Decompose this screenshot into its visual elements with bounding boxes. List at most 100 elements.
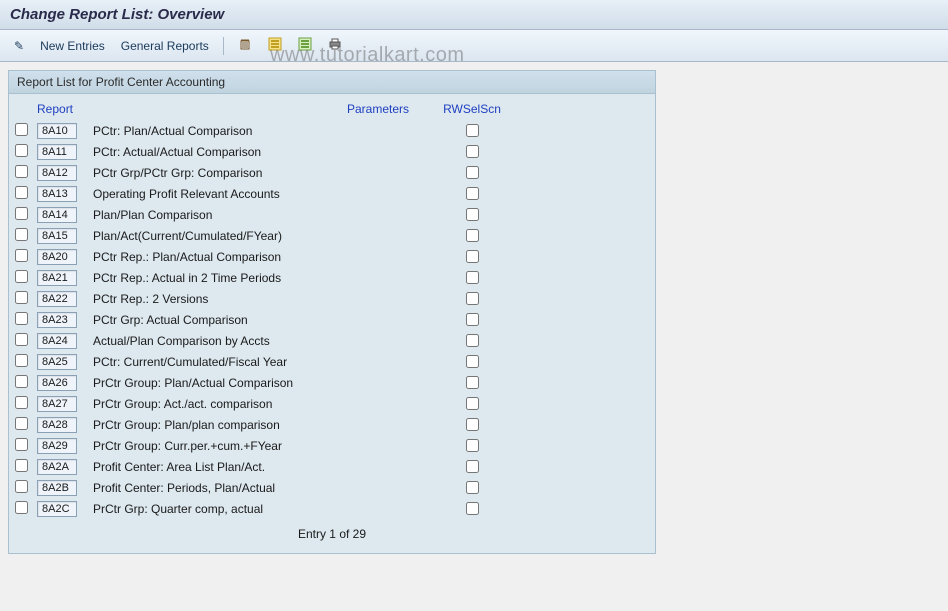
table-row: 8A23 PCtr Grp: Actual Comparison	[15, 309, 649, 330]
row-select-checkbox[interactable]	[15, 123, 28, 136]
report-code-input[interactable]: 8A25	[37, 354, 77, 370]
report-code-input[interactable]: 8A21	[37, 270, 77, 286]
report-code-input[interactable]: 8A22	[37, 291, 77, 307]
toolbar-separator	[223, 37, 224, 55]
rwselscn-checkbox[interactable]	[466, 229, 479, 242]
deselect-all-icon	[298, 37, 312, 54]
rwselscn-checkbox[interactable]	[466, 481, 479, 494]
toggle-edit-button[interactable]: ✎	[8, 36, 30, 56]
rwselscn-checkbox[interactable]	[466, 187, 479, 200]
col-header-rwselscn[interactable]: RWSelScn	[437, 102, 507, 116]
table-row: 8A24 Actual/Plan Comparison by Accts	[15, 330, 649, 351]
toolbar: ✎ New Entries General Reports	[0, 30, 948, 62]
report-code-input[interactable]: 8A28	[37, 417, 77, 433]
report-description: Plan/Act(Current/Cumulated/FYear)	[87, 229, 347, 243]
row-select-checkbox[interactable]	[15, 228, 28, 241]
report-code-input[interactable]: 8A10	[37, 123, 77, 139]
report-description: Plan/Plan Comparison	[87, 208, 347, 222]
report-code-input[interactable]: 8A12	[37, 165, 77, 181]
page-title: Change Report List: Overview	[0, 0, 948, 30]
report-code-input[interactable]: 8A24	[37, 333, 77, 349]
rwselscn-checkbox[interactable]	[466, 145, 479, 158]
rwselscn-checkbox[interactable]	[466, 355, 479, 368]
report-description: PrCtr Group: Curr.per.+cum.+FYear	[87, 439, 347, 453]
row-select-checkbox[interactable]	[15, 291, 28, 304]
report-code-input[interactable]: 8A26	[37, 375, 77, 391]
report-code-input[interactable]: 8A15	[37, 228, 77, 244]
print-button[interactable]	[322, 34, 348, 57]
row-select-checkbox[interactable]	[15, 354, 28, 367]
table-row: 8A10 PCtr: Plan/Actual Comparison	[15, 120, 649, 141]
report-code-input[interactable]: 8A13	[37, 186, 77, 202]
report-list-panel: Report List for Profit Center Accounting…	[8, 70, 656, 554]
row-select-checkbox[interactable]	[15, 480, 28, 493]
new-entries-button[interactable]: New Entries	[34, 36, 111, 56]
table-row: 8A12PCtr Grp/PCtr Grp: Comparison	[15, 162, 649, 183]
table-row: 8A21 PCtr Rep.: Actual in 2 Time Periods	[15, 267, 649, 288]
panel-heading: Report List for Profit Center Accounting	[9, 71, 655, 94]
report-description: PCtr Rep.: 2 Versions	[87, 292, 347, 306]
rwselscn-checkbox[interactable]	[466, 292, 479, 305]
col-header-parameters[interactable]: Parameters	[347, 102, 437, 116]
table-row: 8A2CPrCtr Grp: Quarter comp, actual	[15, 498, 649, 519]
rwselscn-checkbox[interactable]	[466, 166, 479, 179]
row-select-checkbox[interactable]	[15, 396, 28, 409]
rwselscn-checkbox[interactable]	[466, 418, 479, 431]
rwselscn-checkbox[interactable]	[466, 271, 479, 284]
rwselscn-checkbox[interactable]	[466, 502, 479, 515]
report-code-input[interactable]: 8A2A	[37, 459, 77, 475]
row-select-checkbox[interactable]	[15, 333, 28, 346]
report-description: PrCtr Group: Plan/Actual Comparison	[87, 376, 347, 390]
report-code-input[interactable]: 8A23	[37, 312, 77, 328]
report-code-input[interactable]: 8A20	[37, 249, 77, 265]
row-select-checkbox[interactable]	[15, 270, 28, 283]
report-code-input[interactable]: 8A29	[37, 438, 77, 454]
table-row: 8A15 Plan/Act(Current/Cumulated/FYear)	[15, 225, 649, 246]
rwselscn-checkbox[interactable]	[466, 460, 479, 473]
deselect-all-button[interactable]	[292, 34, 318, 57]
row-select-checkbox[interactable]	[15, 438, 28, 451]
report-code-input[interactable]: 8A27	[37, 396, 77, 412]
rwselscn-checkbox[interactable]	[466, 397, 479, 410]
col-header-report[interactable]: Report	[37, 102, 87, 116]
row-select-checkbox[interactable]	[15, 417, 28, 430]
table-row: 8A11PCtr: Actual/Actual Comparison	[15, 141, 649, 162]
report-code-input[interactable]: 8A11	[37, 144, 77, 160]
rwselscn-checkbox[interactable]	[466, 313, 479, 326]
table-row: 8A2A Profit Center: Area List Plan/Act.	[15, 456, 649, 477]
table-row: 8A2BProfit Center: Periods, Plan/Actual	[15, 477, 649, 498]
trash-icon	[238, 37, 252, 54]
table-row: 8A26 PrCtr Group: Plan/Actual Comparison	[15, 372, 649, 393]
row-select-checkbox[interactable]	[15, 165, 28, 178]
report-description: PCtr Grp: Actual Comparison	[87, 313, 347, 327]
row-select-checkbox[interactable]	[15, 249, 28, 262]
general-reports-button[interactable]: General Reports	[115, 36, 215, 56]
select-all-button[interactable]	[262, 34, 288, 57]
report-description: Profit Center: Area List Plan/Act.	[87, 460, 347, 474]
report-code-input[interactable]: 8A14	[37, 207, 77, 223]
row-select-checkbox[interactable]	[15, 144, 28, 157]
report-description: Actual/Plan Comparison by Accts	[87, 334, 347, 348]
row-select-checkbox[interactable]	[15, 312, 28, 325]
rwselscn-checkbox[interactable]	[466, 376, 479, 389]
rwselscn-checkbox[interactable]	[466, 334, 479, 347]
row-select-checkbox[interactable]	[15, 459, 28, 472]
row-select-checkbox[interactable]	[15, 375, 28, 388]
report-description: PCtr Rep.: Actual in 2 Time Periods	[87, 271, 347, 285]
table-row: 8A13Operating Profit Relevant Accounts	[15, 183, 649, 204]
table-row: 8A22 PCtr Rep.: 2 Versions	[15, 288, 649, 309]
report-description: PCtr: Plan/Actual Comparison	[87, 124, 347, 138]
report-description: PCtr: Current/Cumulated/Fiscal Year	[87, 355, 347, 369]
report-code-input[interactable]: 8A2B	[37, 480, 77, 496]
row-select-checkbox[interactable]	[15, 186, 28, 199]
rwselscn-checkbox[interactable]	[466, 439, 479, 452]
rwselscn-checkbox[interactable]	[466, 250, 479, 263]
rwselscn-checkbox[interactable]	[466, 124, 479, 137]
delete-button[interactable]	[232, 34, 258, 57]
row-select-checkbox[interactable]	[15, 501, 28, 514]
row-select-checkbox[interactable]	[15, 207, 28, 220]
print-icon	[328, 37, 342, 54]
table-row: 8A28PrCtr Group: Plan/plan comparison	[15, 414, 649, 435]
rwselscn-checkbox[interactable]	[466, 208, 479, 221]
report-code-input[interactable]: 8A2C	[37, 501, 77, 517]
